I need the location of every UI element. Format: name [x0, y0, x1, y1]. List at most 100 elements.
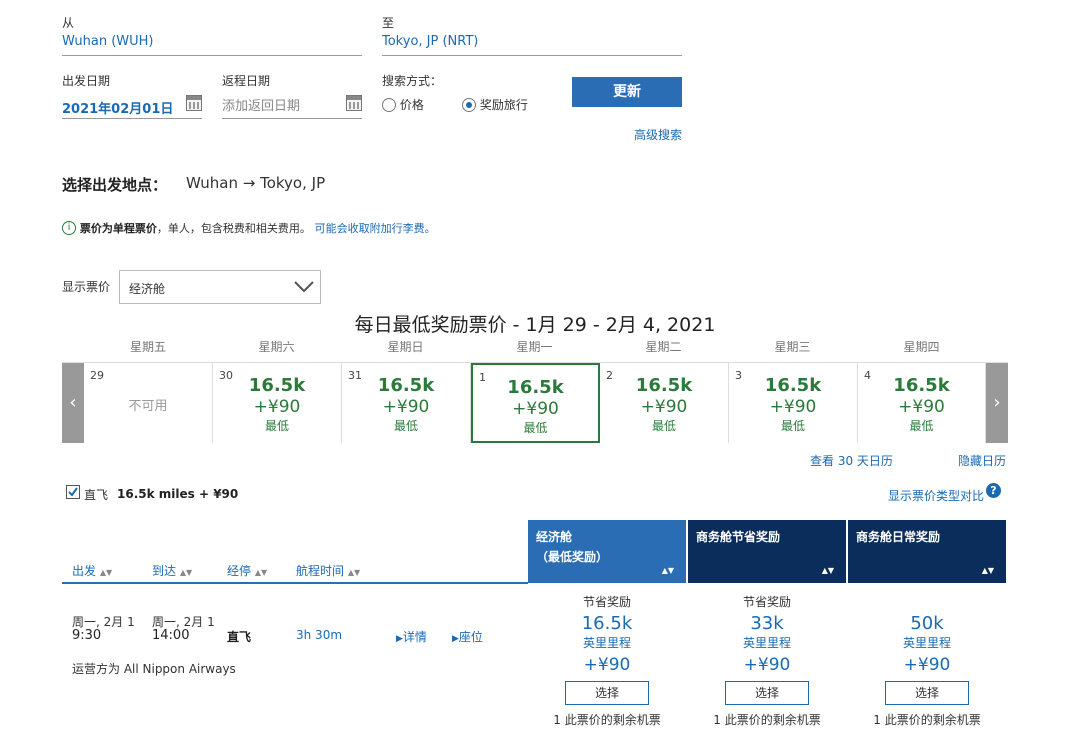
fare-display-select[interactable]: 经济舱: [119, 270, 321, 304]
chevron-down-icon: [294, 281, 314, 293]
day-tax: +¥90: [898, 397, 945, 417]
fare-type-label: 节省奖励: [582, 595, 631, 609]
sort-arrive[interactable]: 到达 ▲▼: [152, 562, 192, 579]
calendar-prev-arrow[interactable]: ‹: [62, 363, 84, 443]
day-miles: 16.5k: [507, 377, 564, 398]
radio-price[interactable]: 价格: [382, 96, 424, 113]
depart-date-value: 2021年02月01日: [62, 102, 174, 117]
hide-calendar-link[interactable]: 隐藏日历: [958, 452, 1006, 469]
return-date-label: 返程日期: [222, 74, 271, 88]
sort-icon: ▲▼: [347, 568, 361, 577]
radio-icon[interactable]: [382, 97, 396, 112]
calendar-day-cell: 29 不可用: [84, 363, 213, 443]
view-30-day-link[interactable]: 查看 30 天日历: [810, 452, 893, 469]
sort-duration[interactable]: 航程时间 ▲▼: [296, 562, 360, 579]
select-fare-button[interactable]: 选择: [885, 681, 969, 705]
calendar-day-cell[interactable]: 3 16.5k +¥90 最低: [729, 363, 858, 443]
to-value: Tokyo, JP (NRT): [382, 34, 479, 49]
day-lowest-tag: 最低: [264, 419, 289, 433]
nonstop-price: 16.5k miles + ¥90: [117, 487, 239, 501]
calendar-icon[interactable]: [186, 95, 202, 111]
calendar-day-cell[interactable]: 1 16.5k +¥90 最低: [471, 363, 600, 443]
calendar-day-cell[interactable]: 30 16.5k +¥90 最低: [213, 363, 342, 443]
caret-right-icon: ▶: [396, 634, 403, 644]
fare-display-label: 显示票价: [62, 280, 111, 294]
select-fare-button[interactable]: 选择: [565, 681, 649, 705]
seats-link[interactable]: ▶座位: [452, 628, 483, 645]
return-date-field[interactable]: 添加返回日期: [222, 92, 362, 119]
weekday-label: 星期二: [645, 340, 682, 354]
arrive-time: 14:00: [152, 628, 190, 643]
fare-type-title: 商务舱日常奖励: [856, 530, 941, 544]
fare-type-header[interactable]: 商务舱日常奖励 ▲▼: [848, 520, 1006, 583]
fare-compare-link[interactable]: 显示票价类型对比: [888, 487, 984, 504]
sort-icon: ▲▼: [821, 566, 834, 575]
day-tax: +¥90: [253, 397, 301, 417]
advanced-search-link[interactable]: 高级搜索: [634, 126, 682, 143]
seats-remaining: 1 此票价的剩余机票: [873, 713, 981, 727]
day-tax: +¥90: [769, 397, 817, 417]
radio-award[interactable]: 奖励旅行: [462, 96, 528, 113]
seats-remaining: 1 此票价的剩余机票: [713, 713, 821, 727]
fare-type-headers: 经济舱 （最低奖励） ▲▼ 商务舱节省奖励 ▲▼ 商务舱日常奖励 ▲▼: [528, 520, 1006, 583]
fare-tax: +¥90: [743, 655, 791, 675]
weekday-label: 星期一: [516, 340, 553, 354]
day-miles: 16.5k: [893, 375, 950, 396]
sort-icon: ▲▼: [981, 566, 994, 575]
sort-icon: ▲▼: [661, 566, 674, 575]
fare-type-header[interactable]: 商务舱节省奖励 ▲▼: [688, 520, 846, 583]
weekday-label: 星期四: [903, 340, 940, 354]
fare-type-label: [848, 593, 1006, 607]
calendar-day-cell[interactable]: 4 16.5k +¥90 最低: [858, 363, 986, 443]
fare-type-header[interactable]: 经济舱 （最低奖励） ▲▼: [528, 520, 686, 583]
notice-bold: 票价为单程票价: [79, 222, 157, 235]
update-button[interactable]: 更新: [572, 77, 682, 107]
calendar-next-arrow[interactable]: ›: [986, 363, 1008, 443]
details-link[interactable]: ▶详情: [396, 628, 427, 645]
depart-date-field[interactable]: 2021年02月01日: [62, 92, 202, 119]
fare-option: 节省奖励 33k 英里里程 +¥90 选择 1 此票价的剩余机票: [688, 593, 846, 728]
select-fare-button[interactable]: 选择: [725, 681, 809, 705]
to-field[interactable]: Tokyo, JP (NRT): [382, 34, 682, 56]
calendar-day-cell[interactable]: 31 16.5k +¥90 最低: [342, 363, 471, 443]
weekday-label: 星期五: [129, 340, 166, 354]
fare-type-label: 节省奖励: [742, 595, 791, 609]
fare-type-subtitle: （最低奖励）: [536, 550, 609, 564]
day-tax: +¥90: [382, 397, 430, 417]
from-field[interactable]: Wuhan (WUH): [62, 34, 362, 56]
sort-stops[interactable]: 经停 ▲▼: [227, 562, 267, 579]
nonstop-label: 直飞: [84, 488, 109, 502]
nonstop-checkbox[interactable]: [66, 485, 80, 499]
weekday-label: 星期日: [387, 340, 424, 354]
calendar-day-cell[interactable]: 2 16.5k +¥90 最低: [600, 363, 729, 443]
sort-icon: ▲▼: [254, 568, 268, 577]
baggage-fee-link[interactable]: 可能会收取附加行李费。: [315, 222, 436, 235]
to-label: 至: [382, 16, 395, 30]
radio-selected-icon[interactable]: [462, 97, 476, 112]
fare-tax: +¥90: [903, 655, 951, 675]
route-value: Wuhan → Tokyo, JP: [186, 174, 326, 192]
calendar-title: 每日最低奖励票价 - 1月 29 - 2月 4, 2021: [354, 314, 716, 336]
weekday-label: 星期三: [774, 340, 811, 354]
sort-depart[interactable]: 出发 ▲▼: [72, 562, 112, 579]
day-miles: 16.5k: [248, 375, 306, 396]
day-miles: 16.5k: [635, 375, 693, 396]
from-value: Wuhan (WUH): [62, 34, 154, 49]
depart-date-label: 出发日期: [62, 74, 111, 88]
search-method-label: 搜索方式：: [382, 74, 443, 88]
day-miles: 16.5k: [764, 375, 822, 396]
details-label: 详情: [402, 630, 427, 644]
fare-option: 50k 英里里程 +¥90 选择 1 此票价的剩余机票: [848, 593, 1006, 728]
calendar-icon[interactable]: [346, 95, 362, 111]
fare-miles: 50k: [910, 613, 944, 634]
help-icon[interactable]: ?: [986, 483, 1001, 498]
return-date-placeholder: 添加返回日期: [222, 99, 301, 114]
fare-options: 节省奖励 16.5k 英里里程 +¥90 选择 1 此票价的剩余机票 节省奖励 33k 英里里程…: [528, 593, 1006, 728]
radio-price-label: 价格: [399, 98, 424, 112]
weekday-label: 星期六: [258, 340, 295, 354]
fare-miles: 33k: [750, 613, 784, 634]
fare-miles-unit: 英里里程: [742, 636, 791, 650]
info-icon: i: [62, 221, 76, 235]
day-tax: +¥90: [640, 397, 688, 417]
caret-right-icon: ▶: [452, 634, 459, 644]
